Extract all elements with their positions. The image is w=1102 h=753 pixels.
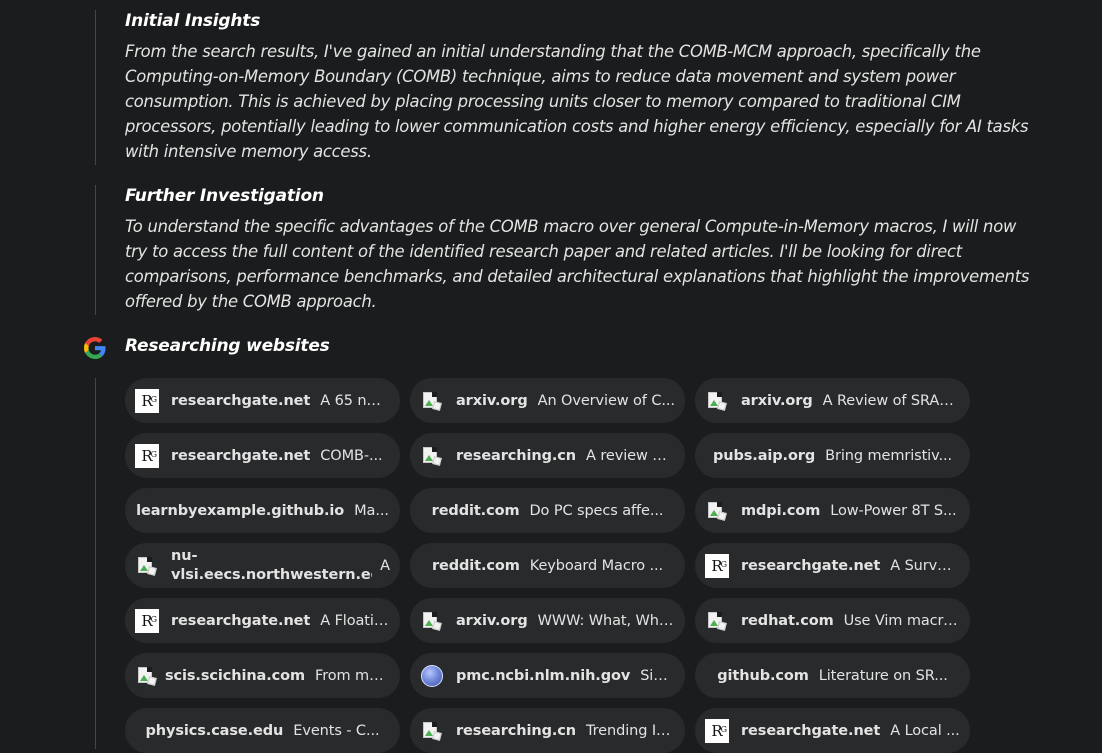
broken-image-icon [420,719,444,743]
broken-image-icon [705,389,729,413]
source-title: Low-Power 8T S... [830,502,957,519]
source-site: learnbyexample.github.io [136,502,345,519]
further-investigation-heading: Further Investigation [125,186,324,206]
broken-image-icon [135,664,159,688]
source-chip[interactable]: RG researchgate.net A Local ... [695,708,970,753]
source-site: researchgate.net [171,392,311,409]
source-title: Literature on SR... [818,667,948,684]
source-title: An Overview of C... [537,392,675,409]
source-title: A review on... [586,447,675,464]
globe-icon [420,664,444,688]
source-chip[interactable]: RG researchgate.net A 65 nm ... [125,378,400,423]
initial-insights-heading: Initial Insights [125,11,261,31]
source-site: github.com [717,667,809,684]
researchgate-icon: RG [705,553,729,578]
source-site: mdpi.com [741,502,821,519]
source-site: researching.cn [456,722,577,739]
source-title: A Survey... [890,557,960,574]
source-chip[interactable]: learnbyexample.github.io Ma... [125,488,400,533]
source-chip[interactable]: reddit.com Keyboard Macro ... [410,543,685,588]
source-title: COMB-... [320,447,383,464]
source-site: researchgate.net [171,612,311,629]
source-chip[interactable]: pmc.ncbi.nlm.nih.gov Sim... [410,653,685,698]
source-site: physics.case.edu [145,722,284,739]
broken-image-icon [135,554,159,578]
source-chip[interactable]: redhat.com Use Vim macro... [695,598,970,643]
source-site: arxiv.org [741,392,813,409]
source-chip[interactable]: arxiv.org An Overview of C... [410,378,685,423]
source-title: Use Vim macro... [843,612,960,629]
source-site: researching.cn [456,447,577,464]
broken-image-icon [420,609,444,633]
source-chip[interactable]: researching.cn Trending IC ... [410,708,685,753]
source-title: Bring memristiv... [825,447,952,464]
thread-line-1 [95,10,96,165]
source-title: A Floatin... [320,612,390,629]
source-site: arxiv.org [456,392,528,409]
source-site: pmc.ncbi.nlm.nih.gov [456,667,631,684]
source-chip[interactable]: reddit.com Do PC specs affe... [410,488,685,533]
source-site: researchgate.net [741,557,881,574]
source-title: Ma... [354,502,389,519]
source-title: Do PC specs affe... [529,502,664,519]
broken-image-icon [420,389,444,413]
further-investigation-text: To understand the specific advantages of… [125,217,1030,311]
broken-image-icon [705,499,729,523]
source-title: A Review of SRAM... [822,392,960,409]
source-chip[interactable]: mdpi.com Low-Power 8T S... [695,488,970,533]
source-title: Sim... [640,667,675,684]
source-chip[interactable]: arxiv.org WWW: What, Whe... [410,598,685,643]
source-chip[interactable]: arxiv.org A Review of SRAM... [695,378,970,423]
source-chip[interactable]: RG researchgate.net A Survey... [695,543,970,588]
source-title: A [380,557,390,574]
source-site: redhat.com [741,612,834,629]
source-site: reddit.com [431,502,520,519]
source-chip[interactable]: nu- vlsi.eecs.northwestern.edu A [125,543,400,588]
source-chip[interactable]: researching.cn A review on... [410,433,685,478]
source-title: A Local ... [890,722,960,739]
source-chip[interactable]: RG researchgate.net A Floatin... [125,598,400,643]
source-site: scis.scichina.com [165,667,306,684]
source-title: From ma... [315,667,390,684]
broken-image-icon [420,444,444,468]
source-site: pubs.aip.org [712,447,816,464]
source-title: Trending IC ... [586,722,675,739]
source-chip[interactable]: github.com Literature on SR... [695,653,970,698]
source-title: A 65 nm ... [320,392,390,409]
researchgate-icon: RG [705,718,729,743]
researchgate-icon: RG [135,443,159,468]
google-g-icon [84,337,106,359]
source-title: Keyboard Macro ... [529,557,664,574]
source-chip[interactable]: physics.case.edu Events - C... [125,708,400,753]
researchgate-icon: RG [135,388,159,413]
source-chip[interactable]: scis.scichina.com From ma... [125,653,400,698]
source-title: WWW: What, Whe... [537,612,675,629]
source-site-line1: nu- [171,547,198,564]
source-site-line2: vlsi.eecs.northwestern.edu [171,566,373,583]
source-chip[interactable]: RG researchgate.net COMB-... [125,433,400,478]
source-site: arxiv.org [456,612,528,629]
source-site: reddit.com [431,557,520,574]
source-title: Events - C... [293,722,380,739]
researching-websites-heading: Researching websites [125,336,330,356]
initial-insights-text: From the search results, I've gained an … [125,42,1029,161]
thread-line-2 [95,185,96,315]
thread-line-3 [95,378,96,749]
source-chip[interactable]: pubs.aip.org Bring memristiv... [695,433,970,478]
source-site: researchgate.net [171,447,311,464]
broken-image-icon [705,609,729,633]
researchgate-icon: RG [135,608,159,633]
source-site: researchgate.net [741,722,881,739]
